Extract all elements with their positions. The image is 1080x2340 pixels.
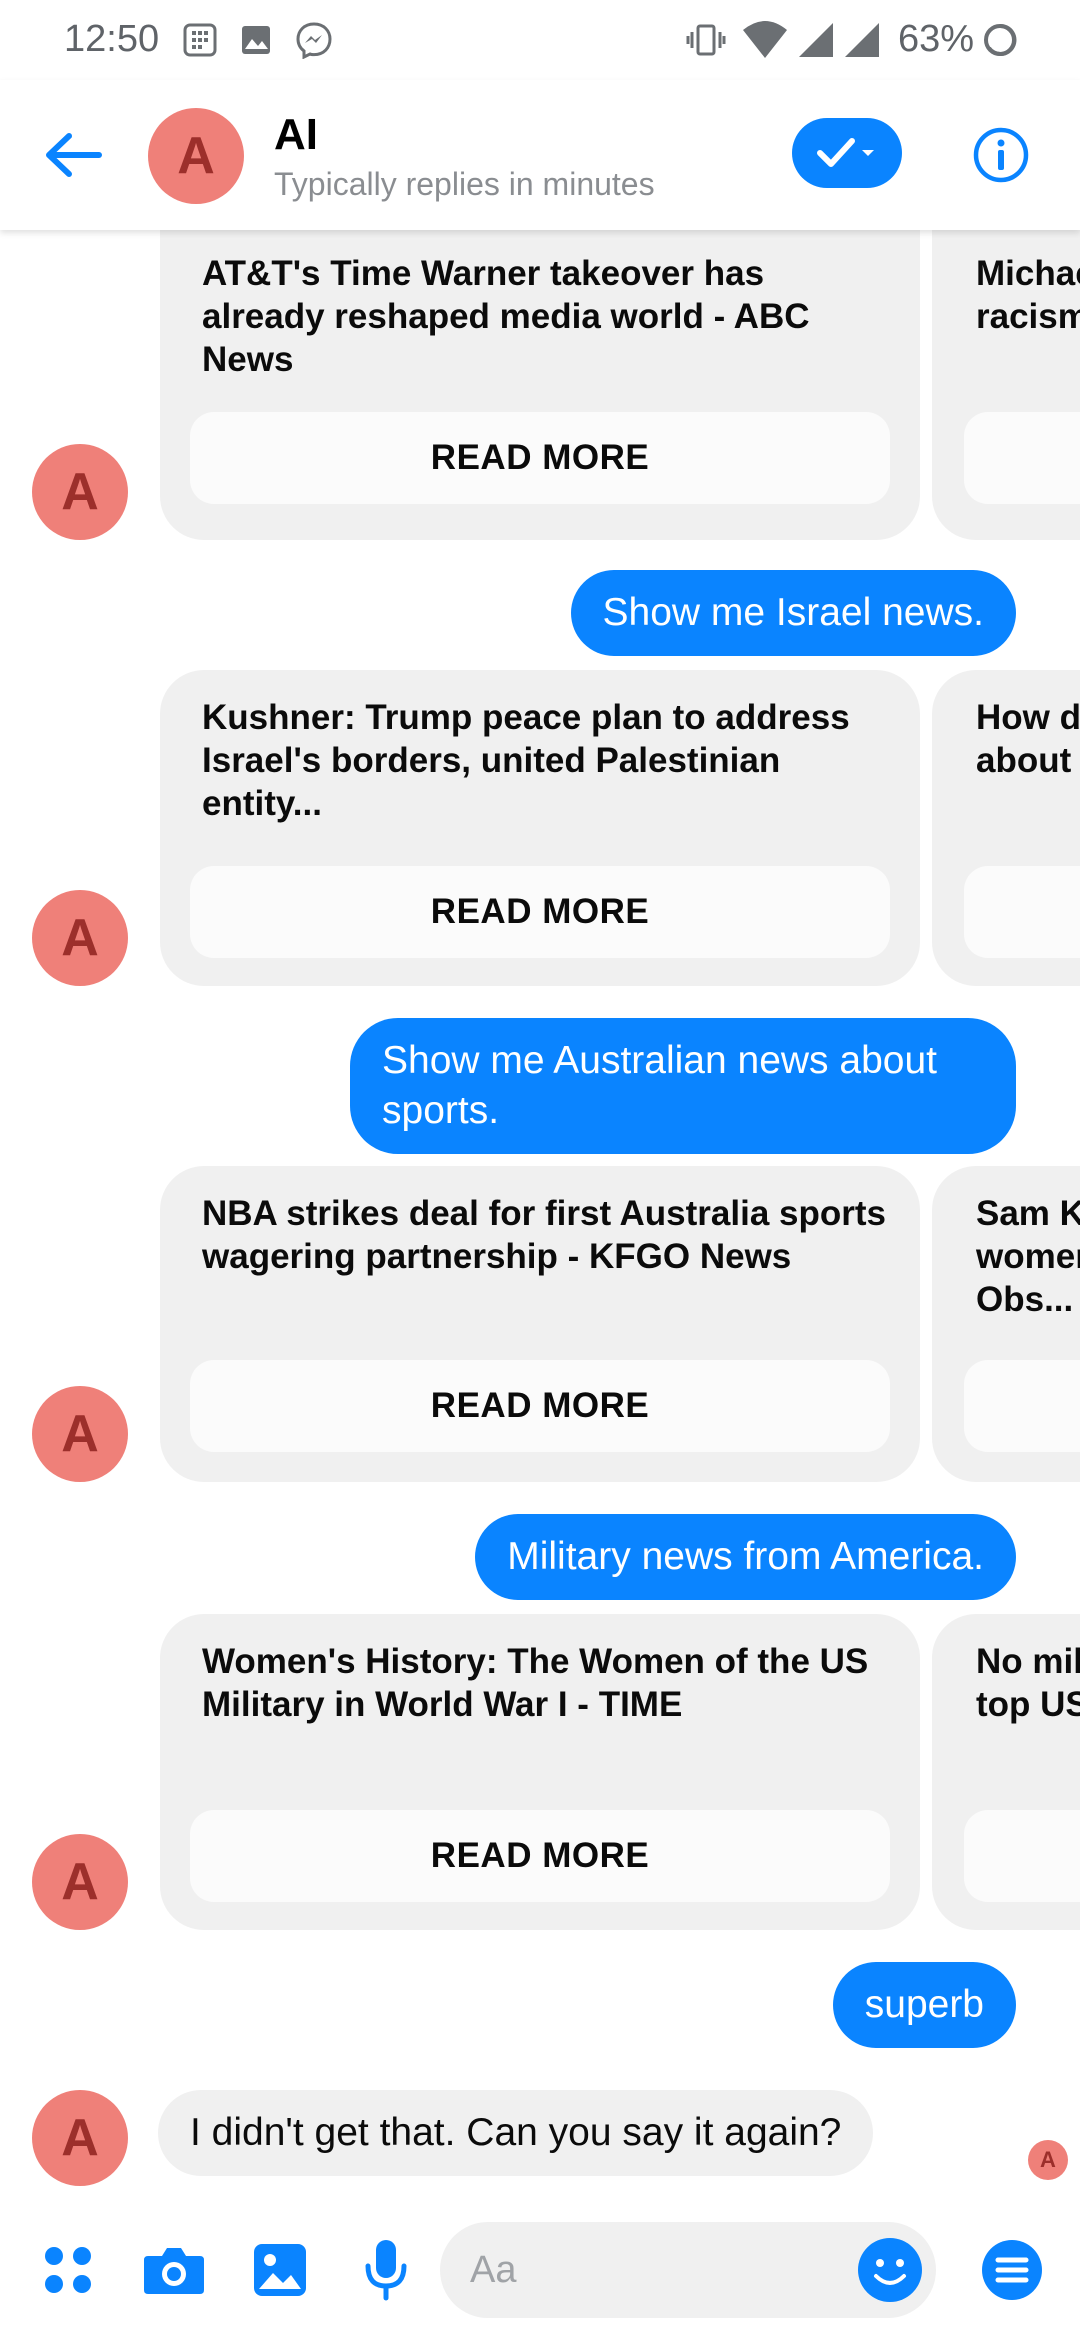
- news-card-title: Sam K women Obs...: [976, 1194, 1080, 1319]
- news-card[interactable]: Kushner: Trump peace plan to address Isr…: [160, 670, 920, 986]
- gallery-icon: [236, 20, 276, 60]
- status-time: 12:50: [64, 18, 160, 60]
- read-more-button[interactable]: READ MORE: [190, 866, 890, 958]
- more-actions-button[interactable]: [32, 2234, 104, 2306]
- news-card-title: How do about: [976, 698, 1080, 780]
- camera-icon: [144, 2248, 204, 2294]
- bot-message[interactable]: I didn't get that. Can you say it again?: [158, 2090, 874, 2176]
- bot-avatar[interactable]: A: [32, 1386, 128, 1482]
- message-list[interactable]: AT&T's Time Warner takeover has already …: [0, 230, 1080, 2200]
- news-card[interactable]: NBA strikes deal for first Australia spo…: [160, 1166, 920, 1482]
- user-message[interactable]: Show me Australian news about sports.: [350, 1018, 1016, 1154]
- calculator-icon: [180, 20, 220, 60]
- composer-bar: [0, 2200, 1080, 2340]
- news-card-next[interactable]: Michael racism: [932, 230, 1080, 540]
- read-more-button[interactable]: [964, 1810, 1080, 1902]
- user-message[interactable]: superb: [832, 1962, 1016, 2048]
- microphone-icon: [365, 2240, 407, 2301]
- battery-icon: [980, 20, 1020, 60]
- emoji-button[interactable]: [858, 2238, 922, 2302]
- news-card-title: Women's History: The Women of the US Mil…: [202, 1642, 869, 1724]
- back-arrow-icon: [46, 133, 102, 177]
- user-message[interactable]: Show me Israel news.: [570, 570, 1016, 656]
- mark-done-button[interactable]: [792, 118, 902, 188]
- news-card-next[interactable]: Sam K women Obs...: [932, 1166, 1080, 1482]
- menu-icon: [982, 2240, 1042, 2300]
- news-card-title: NBA strikes deal for first Australia spo…: [202, 1194, 886, 1276]
- apps-icon: [45, 2247, 91, 2293]
- conversation-header: A AI Typically replies in minutes: [0, 80, 1080, 230]
- read-more-button[interactable]: READ MORE: [190, 1360, 890, 1452]
- contact-avatar[interactable]: A: [148, 108, 244, 204]
- checkmark-icon: [817, 138, 874, 167]
- gallery-button[interactable]: [244, 2234, 316, 2306]
- battery-percentage: 63%: [898, 18, 975, 60]
- bot-avatar[interactable]: A: [32, 1834, 128, 1930]
- read-more-button[interactable]: READ MORE: [190, 1810, 890, 1902]
- news-card-title: Michael racism: [976, 254, 1080, 336]
- photo-icon: [254, 2244, 306, 2296]
- read-more-button[interactable]: READ MORE: [190, 412, 890, 504]
- menu-button[interactable]: [976, 2234, 1048, 2306]
- wifi-icon: [740, 20, 790, 60]
- smiley-icon: [860, 2240, 920, 2300]
- read-more-button[interactable]: [964, 1360, 1080, 1452]
- info-icon: [973, 127, 1029, 183]
- news-card-title: No mil top US: [976, 1642, 1080, 1724]
- signal-icon: [796, 20, 836, 60]
- info-button[interactable]: [966, 120, 1036, 190]
- news-card-title: Kushner: Trump peace plan to address Isr…: [202, 698, 850, 823]
- news-card[interactable]: Women's History: The Women of the US Mil…: [160, 1614, 920, 1930]
- read-more-button[interactable]: [964, 866, 1080, 958]
- news-card[interactable]: AT&T's Time Warner takeover has already …: [160, 230, 920, 540]
- signal-icon: [842, 20, 882, 60]
- bot-avatar[interactable]: A: [32, 890, 128, 986]
- vibrate-icon: [686, 20, 726, 60]
- voice-button[interactable]: [350, 2234, 422, 2306]
- contact-name[interactable]: AI: [274, 110, 318, 160]
- news-card-next[interactable]: How do about: [932, 670, 1080, 986]
- bot-avatar[interactable]: A: [32, 2090, 128, 2186]
- news-card-title: AT&T's Time Warner takeover has already …: [202, 254, 810, 379]
- read-receipt-avatar: A: [1028, 2140, 1068, 2180]
- news-card-next[interactable]: No mil top US: [932, 1614, 1080, 1930]
- back-button[interactable]: [38, 120, 108, 190]
- camera-button[interactable]: [138, 2234, 210, 2306]
- user-message[interactable]: Military news from America.: [475, 1514, 1016, 1600]
- bot-avatar[interactable]: A: [32, 444, 128, 540]
- contact-status: Typically replies in minutes: [274, 166, 655, 202]
- read-more-button[interactable]: [964, 412, 1080, 504]
- messenger-icon: [292, 20, 336, 60]
- status-bar: 12:50 63%: [0, 0, 1080, 80]
